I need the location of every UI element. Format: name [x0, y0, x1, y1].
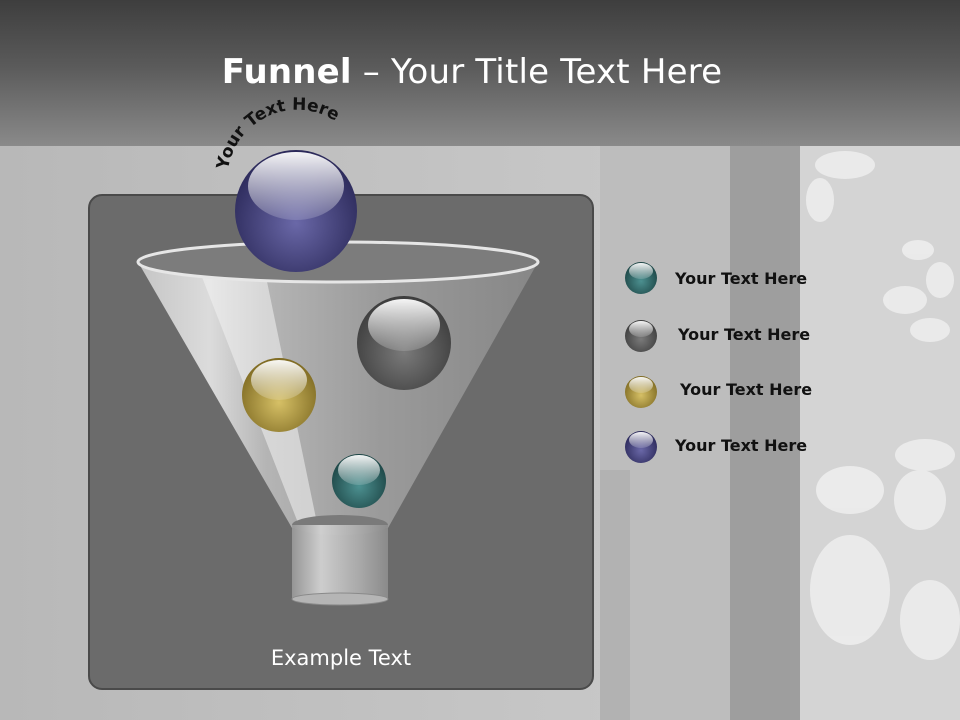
legend-label-4: Your Text Here — [675, 436, 808, 455]
funnel-spout — [292, 525, 388, 599]
funnel-diagram: Your Text Here — [136, 95, 657, 606]
legend-bullet-2 — [625, 320, 657, 352]
example-text: Example Text — [270, 646, 412, 670]
teal-ball — [332, 454, 386, 508]
gold-ball — [242, 358, 316, 432]
top-ball — [235, 150, 357, 272]
legend-bullet-1 — [625, 262, 657, 294]
legend-bullet-3 — [625, 376, 657, 408]
gray-ball — [357, 296, 451, 390]
legend-label-2: Your Text Here — [678, 325, 811, 344]
legend-label-3: Your Text Here — [680, 380, 813, 399]
legend-bullet-4 — [625, 431, 657, 463]
legend-label-1: Your Text Here — [675, 269, 808, 288]
